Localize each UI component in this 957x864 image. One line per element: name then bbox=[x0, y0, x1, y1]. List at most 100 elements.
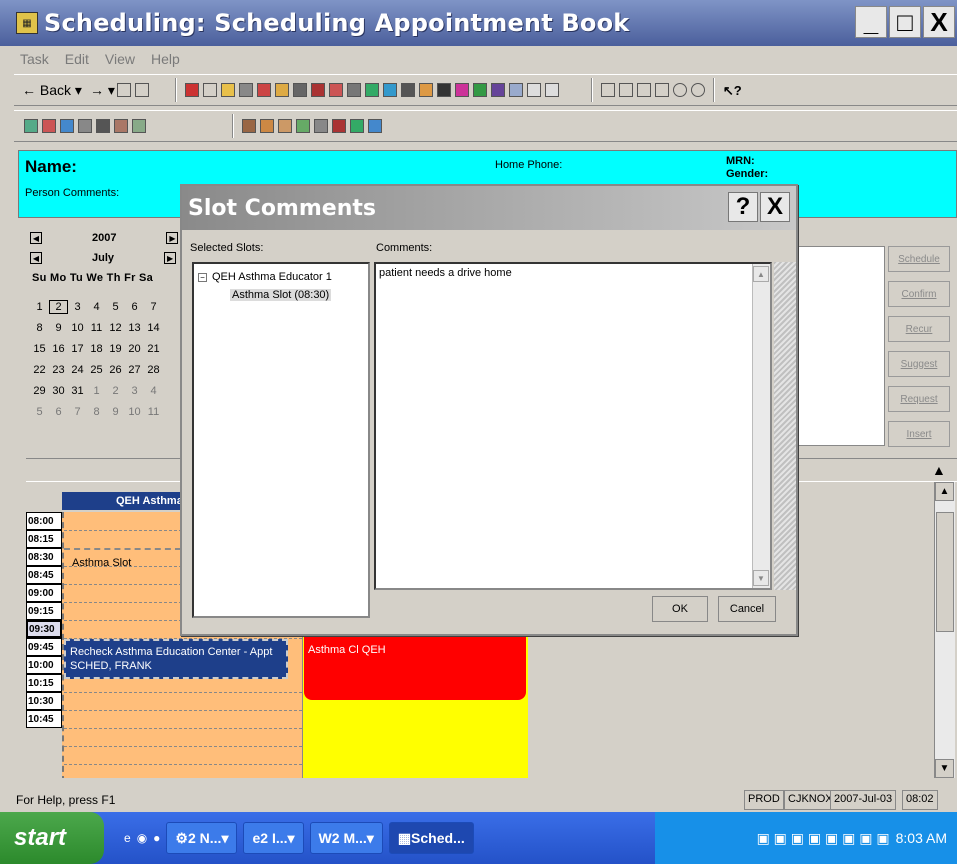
tree-tool-icon[interactable] bbox=[472, 83, 487, 97]
browser-icon[interactable]: ◉ bbox=[137, 831, 147, 845]
time-label[interactable]: 08:15 bbox=[26, 530, 62, 548]
back-button[interactable]: ← Back ▾ bbox=[22, 82, 82, 99]
calendar-day[interactable]: 31 bbox=[68, 385, 87, 397]
collapse-up-icon[interactable]: ▲ bbox=[932, 462, 946, 478]
calendar-day[interactable]: 29 bbox=[30, 385, 49, 397]
calendar-day[interactable]: 23 bbox=[49, 364, 68, 376]
list-tool-icon[interactable] bbox=[238, 83, 253, 97]
calendar-day[interactable]: 22 bbox=[30, 364, 49, 376]
minimize-button[interactable]: _ bbox=[855, 6, 887, 38]
resource-list-panel[interactable] bbox=[790, 246, 885, 446]
calendar-day[interactable]: 16 bbox=[49, 343, 68, 355]
calendar-day[interactable]: 8 bbox=[87, 406, 106, 418]
taskbar-item[interactable]: e 2 I... ▾ bbox=[243, 822, 304, 854]
calendar-day[interactable]: 21 bbox=[144, 343, 163, 355]
lock-icon[interactable] bbox=[418, 83, 433, 97]
calendar-day[interactable]: 3 bbox=[125, 385, 144, 397]
calendar-day[interactable]: 30 bbox=[49, 385, 68, 397]
zoom-out-icon[interactable] bbox=[690, 83, 705, 97]
scroll-up-icon[interactable]: ▲ bbox=[753, 266, 769, 282]
calendar-day[interactable]: 3 bbox=[68, 301, 87, 313]
time-label[interactable]: 09:00 bbox=[26, 584, 62, 602]
calendar-day[interactable]: 1 bbox=[30, 301, 49, 313]
time-label[interactable]: 09:15 bbox=[26, 602, 62, 620]
insert-button[interactable]: Insert bbox=[888, 421, 950, 447]
calendar-day[interactable]: 17 bbox=[68, 343, 87, 355]
dialog-close-button[interactable]: X bbox=[760, 192, 790, 222]
next-year-button[interactable]: ▶ bbox=[166, 232, 179, 244]
cancel-button[interactable]: Cancel bbox=[718, 596, 776, 622]
request-button[interactable]: Request bbox=[888, 386, 950, 412]
taskbar-item-active[interactable]: ▦ Sched... bbox=[388, 822, 474, 854]
search-people-icon[interactable] bbox=[60, 119, 74, 133]
calendar-day[interactable]: 10 bbox=[125, 406, 144, 418]
ok-button[interactable]: OK bbox=[652, 596, 708, 622]
network-tool-icon[interactable] bbox=[382, 83, 397, 97]
maximize-button[interactable]: □ bbox=[889, 6, 921, 38]
home-icon[interactable] bbox=[134, 83, 149, 97]
taskbar-item[interactable]: ⚙ 2 N... ▾ bbox=[166, 822, 238, 854]
menu-help[interactable]: Help bbox=[151, 51, 180, 67]
person-tool-icon[interactable] bbox=[220, 83, 235, 97]
brush-tool-icon[interactable] bbox=[526, 83, 541, 97]
schedule-icon[interactable] bbox=[350, 119, 364, 133]
media-icon[interactable]: ● bbox=[153, 831, 160, 845]
calendar-day[interactable]: 2 bbox=[106, 385, 125, 397]
group-icon[interactable] bbox=[260, 119, 274, 133]
first-icon[interactable] bbox=[600, 83, 615, 97]
prev-year-button[interactable]: ◀ bbox=[30, 232, 42, 244]
time-label[interactable]: 08:45 bbox=[26, 566, 62, 584]
calendar-day[interactable]: 27 bbox=[125, 364, 144, 376]
calendar-day[interactable]: 15 bbox=[30, 343, 49, 355]
calendar-day[interactable]: 20 bbox=[125, 343, 144, 355]
calendar-day[interactable]: 12 bbox=[106, 322, 125, 334]
zoom-in-icon[interactable] bbox=[672, 83, 687, 97]
calendar-icon[interactable] bbox=[42, 119, 56, 133]
menu-view[interactable]: View bbox=[105, 51, 135, 67]
dialog-help-button[interactable]: ? bbox=[728, 192, 758, 222]
person-icon[interactable] bbox=[114, 119, 128, 133]
schedule-button[interactable]: Schedule bbox=[888, 246, 950, 272]
diamond-tool-icon[interactable] bbox=[454, 83, 469, 97]
comments-scrollbar[interactable]: ▲ ▼ bbox=[752, 264, 770, 588]
scroll-down-icon[interactable]: ▼ bbox=[935, 759, 954, 778]
context-help-icon[interactable]: ↖? bbox=[723, 83, 742, 98]
edit-icon[interactable] bbox=[296, 119, 310, 133]
calendar-day-selected[interactable]: 2 bbox=[49, 299, 68, 314]
chart-tool-icon[interactable] bbox=[490, 83, 505, 97]
menu-task[interactable]: Task bbox=[20, 51, 49, 67]
recur-button[interactable]: Recur bbox=[888, 316, 950, 342]
refresh-icon[interactable] bbox=[116, 83, 131, 97]
pin-icon[interactable] bbox=[132, 119, 146, 133]
chain-tool-icon[interactable] bbox=[544, 83, 559, 97]
hand-tool-icon[interactable] bbox=[274, 83, 289, 97]
collapse-icon[interactable]: − bbox=[198, 272, 207, 282]
flag-tool-icon[interactable] bbox=[256, 83, 271, 97]
phone-icon[interactable] bbox=[242, 119, 256, 133]
summary-icon[interactable] bbox=[368, 119, 382, 133]
clock[interactable]: 8:03 AM bbox=[896, 830, 947, 846]
prev-month-button[interactable]: ◀ bbox=[30, 252, 42, 264]
calendar-day[interactable]: 5 bbox=[30, 406, 49, 418]
app-icon[interactable]: ▦ bbox=[16, 12, 38, 34]
time-label[interactable]: 08:30 bbox=[26, 548, 62, 566]
schedule-vertical-scrollbar[interactable]: ▲ ▼ bbox=[934, 482, 955, 778]
start-button[interactable]: start bbox=[0, 812, 104, 864]
tray-icons[interactable]: ▣ ▣ ▣ ▣ ▣ ▣ ▣ ▣ bbox=[757, 830, 890, 847]
align-top-icon[interactable] bbox=[636, 83, 651, 97]
calendar-day[interactable]: 6 bbox=[49, 406, 68, 418]
grid-tool-icon[interactable] bbox=[310, 83, 325, 97]
time-label[interactable]: 10:45 bbox=[26, 710, 62, 728]
calendar-day[interactable]: 19 bbox=[106, 343, 125, 355]
calendar-day[interactable]: 26 bbox=[106, 364, 125, 376]
monitor-icon[interactable] bbox=[24, 119, 38, 133]
calendar-day[interactable]: 9 bbox=[106, 406, 125, 418]
calendar-day[interactable]: 11 bbox=[87, 322, 106, 334]
pen-tool-icon[interactable] bbox=[400, 83, 415, 97]
calendar-day[interactable]: 28 bbox=[144, 364, 163, 376]
split-icon[interactable] bbox=[618, 83, 633, 97]
comments-textarea[interactable]: patient needs a drive home ▲ ▼ bbox=[374, 262, 772, 590]
report-icon[interactable] bbox=[78, 119, 92, 133]
calendar-day[interactable]: 1 bbox=[87, 385, 106, 397]
tree-slot-node[interactable]: Asthma Slot (08:30) bbox=[198, 286, 364, 304]
